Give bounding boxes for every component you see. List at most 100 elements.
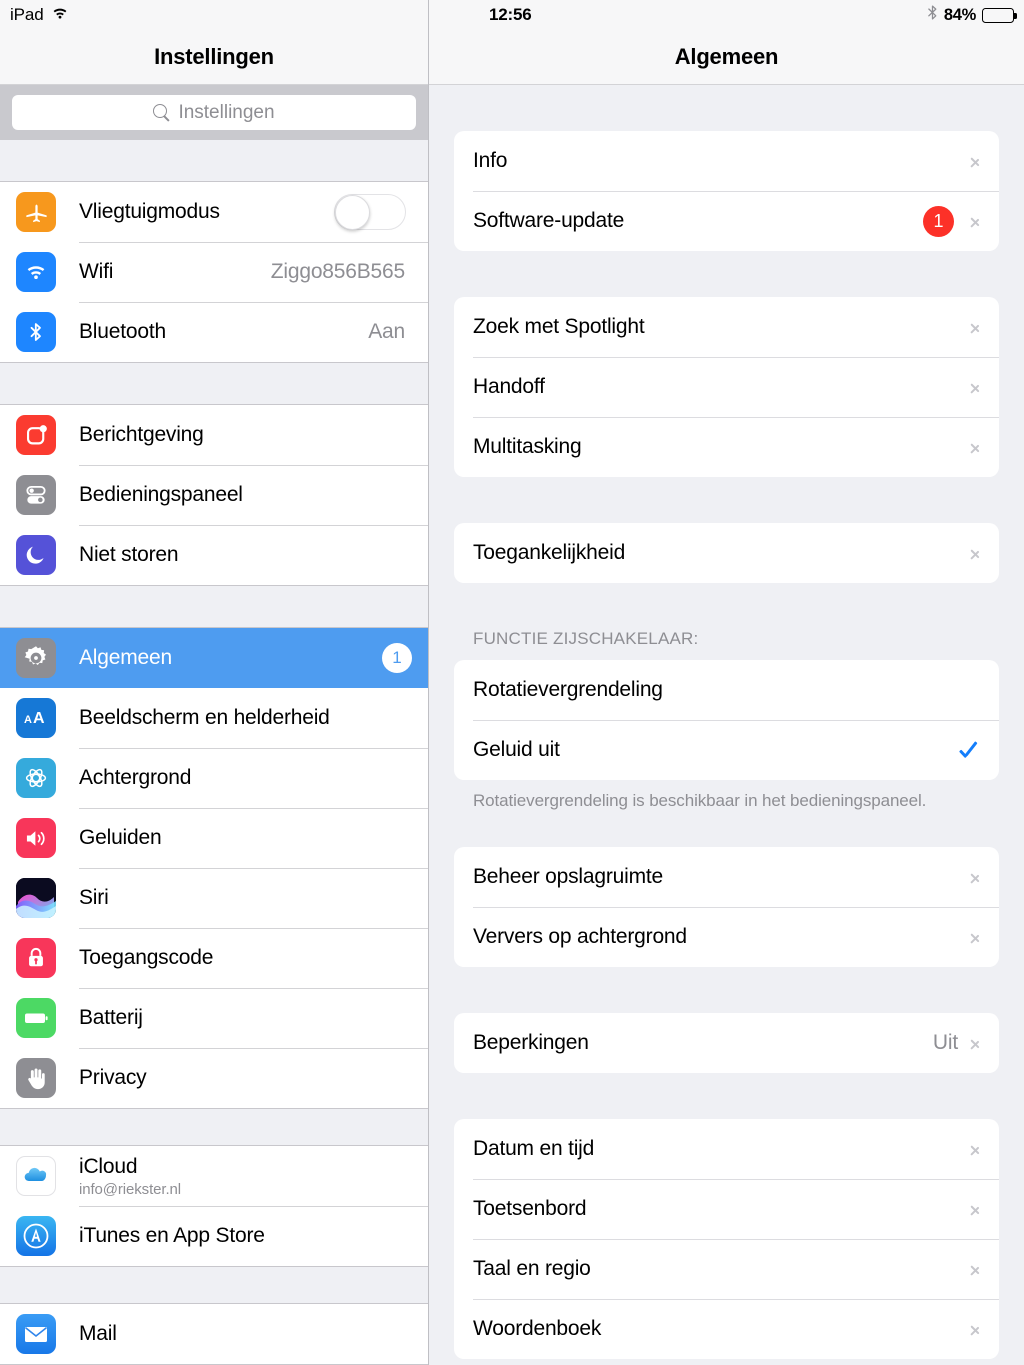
bluetooth-icon [16,312,56,352]
detail-header: Algemeen [429,0,1024,85]
sidebar-item-vliegtuigmodus[interactable]: Vliegtuigmodus [0,182,428,242]
sidebar-item-beeldscherm-en-helderheid[interactable]: A A Beeldscherm en helderheid [0,688,428,748]
row-label: Rotatievergrendeling [473,678,663,701]
chevron-right-icon [970,378,981,397]
bluetooth-state-value: Aan [368,320,405,343]
sidebar-group-mail: Mail [0,1303,428,1365]
update-badge: 1 [923,205,954,237]
section-footnote-side-switch: Rotatievergrendeling is beschikbaar in h… [473,791,927,810]
detail-row-rotatievergrendeling[interactable]: Rotatievergrendeling [454,660,999,720]
row-label: Beperkingen [473,1031,589,1054]
sidebar-item-icloud[interactable]: iCloud info@riekster.nl [0,1146,428,1206]
sidebar-item-label: Bluetooth [79,320,166,343]
sidebar-group-system: Algemeen 1 A A Beeldscherm en helderheid [0,627,428,1109]
section-info: Info Software-update 1 [454,131,999,251]
section-header-side-switch: FUNCTIE ZIJSCHAKELAAR: [473,629,699,648]
section-side-switch: Rotatievergrendeling Geluid uit [454,660,999,780]
sidebar-gap [0,1267,428,1303]
section-locale: Datum en tijd Toetsenbord Taal en regio … [454,1119,999,1359]
wifi-icon [16,252,56,292]
sidebar-item-label: Beeldscherm en helderheid [79,706,330,729]
detail-row-software-update[interactable]: Software-update 1 [454,191,999,251]
sidebar-group-notifications: Berichtgeving Bedieningspaneel Niet stor… [0,404,428,586]
svg-text:A: A [33,710,45,727]
chevron-right-icon [970,1260,981,1279]
detail-row-taal-en-regio[interactable]: Taal en regio [454,1239,999,1299]
sidebar-item-siri[interactable]: Siri [0,868,428,928]
sidebar-item-label: Toegangscode [79,946,214,969]
sidebar-item-bluetooth[interactable]: Bluetooth Aan [0,302,428,362]
detail-row-multitasking[interactable]: Multitasking [454,417,999,477]
sidebar-item-label: Berichtgeving [79,423,204,446]
sidebar-item-itunes-en-app-store[interactable]: iTunes en App Store [0,1206,428,1266]
sidebar-group-accounts: iCloud info@riekster.nl iTunes en App St… [0,1145,428,1267]
detail-row-beperkingen[interactable]: Beperkingen Uit [454,1013,999,1073]
detail-row-toegankelijkheid[interactable]: Toegankelijkheid [454,523,999,583]
row-label: Software-update [473,209,625,232]
chevron-right-icon [970,318,981,337]
chevron-right-icon [970,1200,981,1219]
chevron-right-icon [970,868,981,887]
sidebar-gap [0,363,428,404]
detail-row-toetsenbord[interactable]: Toetsenbord [454,1179,999,1239]
sidebar-item-label: Batterij [79,1006,143,1029]
chevron-right-icon [970,152,981,171]
section-restrictions: Beperkingen Uit [454,1013,999,1073]
sidebar-item-batterij[interactable]: Batterij [0,988,428,1048]
detail-row-datum-en-tijd[interactable]: Datum en tijd [454,1119,999,1179]
chevron-right-icon [970,1140,981,1159]
chevron-right-icon [970,1034,981,1053]
section-accessibility: Toegankelijkheid [454,523,999,583]
search-input[interactable]: Instellingen [12,95,416,130]
sidebar-item-toegangscode[interactable]: Toegangscode [0,928,428,988]
airplane-mode-toggle[interactable] [334,194,406,230]
chevron-right-icon [970,928,981,947]
section-spotlight-handoff: Zoek met Spotlight Handoff Multitasking [454,297,999,477]
detail-row-woordenboek[interactable]: Woordenboek [454,1299,999,1359]
airplane-icon [16,192,56,232]
sidebar-item-algemeen[interactable]: Algemeen 1 [0,628,428,688]
detail-row-handoff[interactable]: Handoff [454,357,999,417]
detail-body: Info Software-update 1 Zoek met Spotligh… [429,85,1024,1359]
sidebar-item-label: Achtergrond [79,766,192,789]
detail-row-geluid-uit[interactable]: Geluid uit [454,720,999,780]
sidebar-item-bedieningspaneel[interactable]: Bedieningspaneel [0,465,428,525]
search-icon [153,104,170,121]
row-label: Toetsenbord [473,1197,587,1220]
row-label: Info [473,149,508,172]
mail-icon [16,1314,56,1354]
settings-sidebar: Instellingen Instellingen Vliegtuigmodus [0,0,429,1365]
battery-icon [16,998,56,1038]
sidebar-item-privacy[interactable]: Privacy [0,1048,428,1108]
sidebar-item-achtergrond[interactable]: Achtergrond [0,748,428,808]
row-label: Handoff [473,375,545,398]
sidebar-item-label: Siri [79,886,109,909]
detail-row-ververs-op-achtergrond[interactable]: Ververs op achtergrond [454,907,999,967]
sidebar-item-label: Wifi [79,260,114,283]
row-label: Ververs op achtergrond [473,925,687,948]
privacy-hand-icon [16,1058,56,1098]
detail-row-info[interactable]: Info [454,131,999,191]
sidebar-item-mail[interactable]: Mail [0,1304,428,1364]
icloud-text-column: iCloud info@riekster.nl [79,1155,181,1198]
chevron-right-icon [970,438,981,457]
sidebar-item-berichtgeving[interactable]: Berichtgeving [0,405,428,465]
sidebar-item-geluiden[interactable]: Geluiden [0,808,428,868]
detail-row-beheer-opslagruimte[interactable]: Beheer opslagruimte [454,847,999,907]
sidebar-group-connectivity: Vliegtuigmodus Wifi Ziggo856B565 Bluetoo… [0,181,428,363]
detail-row-zoek-met-spotlight[interactable]: Zoek met Spotlight [454,297,999,357]
sidebar-item-label: Niet storen [79,543,179,566]
row-label: Multitasking [473,435,582,458]
sounds-icon [16,818,56,858]
sidebar-item-wifi[interactable]: Wifi Ziggo856B565 [0,242,428,302]
row-label: Taal en regio [473,1257,591,1280]
sidebar-title: Instellingen [154,44,274,69]
icloud-account-email: info@riekster.nl [79,1180,182,1198]
sidebar-item-niet-storen[interactable]: Niet storen [0,525,428,585]
sidebar-header: Instellingen [0,0,428,85]
wifi-network-value: Ziggo856B565 [270,260,405,283]
